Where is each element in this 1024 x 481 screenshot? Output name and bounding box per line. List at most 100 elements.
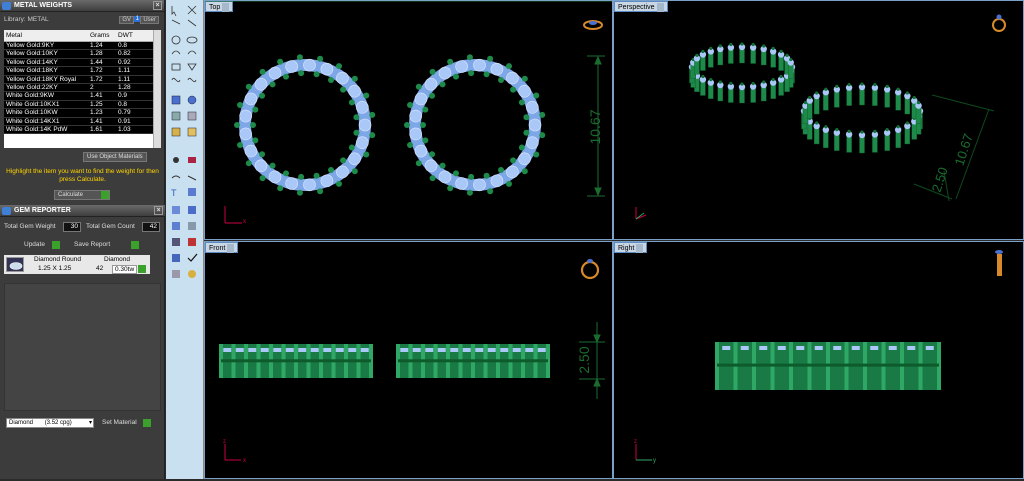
gem-arrow-icon[interactable] [138,265,146,273]
tool-icons[interactable]: T [166,0,204,479]
gem-stone [273,348,282,352]
metal-weights-title: METAL WEIGHTS [14,2,73,9]
col-metal[interactable]: Metal [4,30,88,41]
metal-table-header: Metal Grams DWT [4,30,161,42]
table-cell: 1.41 [90,92,103,100]
prong [252,106,259,113]
table-row[interactable]: White Gold:10KW 1.23 0.79 [4,109,161,118]
prong [415,160,422,167]
table-row[interactable]: White Gold:9KW 1.41 0.9 [4,92,161,101]
table-row[interactable]: White Gold:14KX1 1.41 0.91 [4,117,161,126]
table-cell: 1.23 [90,109,103,117]
gem-stone [348,348,357,352]
material-select[interactable]: Diamond (3.52 cpg) ▾ [6,418,94,428]
gem-stone [425,348,434,352]
prong [779,49,783,54]
prong [439,162,446,169]
table-row[interactable]: Yellow Gold:9KY 1.24 0.8 [4,42,161,51]
gem-stone [814,346,823,350]
scrollbar[interactable] [153,30,161,148]
prong [453,73,460,80]
close-icon[interactable]: × [154,206,163,215]
table-cell: Yellow Gold:22KY [6,83,58,91]
prong [523,114,530,121]
top-canvas: 10.67 x [205,1,612,225]
save-arrow-icon[interactable] [131,241,139,249]
prong [762,80,766,84]
prong [885,84,889,88]
prong [250,122,256,128]
axis-indicator-perspective [635,207,647,220]
calculate-arrow-icon[interactable] [101,191,109,199]
prong [407,101,414,108]
gem-stone [796,346,805,350]
prong [483,71,490,78]
col-grams[interactable]: Grams [88,30,116,41]
gem-stone [759,346,768,350]
viewport-top[interactable]: Top 10.67 x [204,0,613,240]
gem-stone [487,348,496,352]
close-icon[interactable]: × [153,1,162,10]
set-material-arrow-icon[interactable] [143,419,151,427]
table-row[interactable]: Yellow Gold:22KY 2 1.28 [4,83,161,93]
prong [259,68,266,75]
gem-stone [473,178,486,192]
weight-icon [188,238,196,246]
gv-button[interactable]: GV [119,16,134,24]
arc-icon [171,50,197,55]
gem-stone [356,101,369,114]
prong [808,95,812,100]
gem-stone [537,348,546,352]
prong [245,83,252,90]
chevron-down-icon: ▾ [88,420,92,426]
viewport-right[interactable]: Right z y [613,241,1024,479]
table-cell: Yellow Gold:18KY Royal [6,75,77,83]
grid-icon [172,238,180,246]
prong [510,157,517,164]
prong [340,157,347,164]
gem-table-row[interactable]: Diamond Round 1.25 X 1.25 Diamond 42 0.3… [4,255,150,274]
gem-stone [336,165,349,179]
gem-stone [348,84,361,98]
gem-stone [475,348,484,352]
table-row[interactable]: Yellow Gold:14KY 1.44 0.92 [4,58,161,68]
table-row[interactable]: Yellow Gold:18KY 1.72 1.11 [4,67,161,76]
axis-y-label: y [653,458,656,464]
use-object-materials-button[interactable]: Use Object Materials [83,152,147,162]
gem-stone [526,101,539,114]
gem-stone [285,348,294,352]
check-icon [187,253,198,262]
prong [860,82,864,86]
table-row[interactable]: White Gold:10KX1 1.25 0.8 [4,100,161,110]
band-rail [221,359,371,363]
prong [510,86,517,93]
table-cell: 1.28 [118,83,131,91]
prong [429,175,436,182]
user-button[interactable]: User [140,16,159,24]
table-cell: 1.25 [90,100,103,108]
prong [353,114,360,121]
polyline-icon [171,19,197,27]
prong [259,175,266,182]
update-arrow-icon[interactable] [52,241,60,249]
metal-table[interactable]: Metal Grams DWT Yellow Gold:9KY 1.24 0.8 Ye… [4,30,161,148]
axis-indicator-right [635,444,652,461]
prong [912,95,916,100]
prong [348,144,355,151]
update-button[interactable]: Update [24,241,45,248]
viewport-front[interactable]: Front 2.50 z x [204,241,613,479]
set-material-button[interactable]: Set Material [102,419,137,426]
table-row[interactable]: Yellow Gold:10KY 1.28 0.82 [4,50,161,59]
prong [729,81,733,86]
table-row[interactable]: White Gold:14K PdW 1.61 1.03 [4,125,161,135]
material-select-value: (3.52 cpg) [44,420,72,426]
table-cell: 0.79 [118,109,131,117]
perspective-dimension-lines [913,94,995,202]
gem-shape: Diamond Round [34,256,81,263]
gem-stone [356,136,369,149]
prong [422,106,429,113]
col-dwt[interactable]: DWT [116,30,152,41]
table-row[interactable]: Yellow Gold:18KY Royal 1.72 1.11 [4,75,161,84]
save-report-button[interactable]: Save Report [74,241,110,248]
viewport-perspective[interactable]: Perspective 10.67 2.50 [613,0,1024,240]
